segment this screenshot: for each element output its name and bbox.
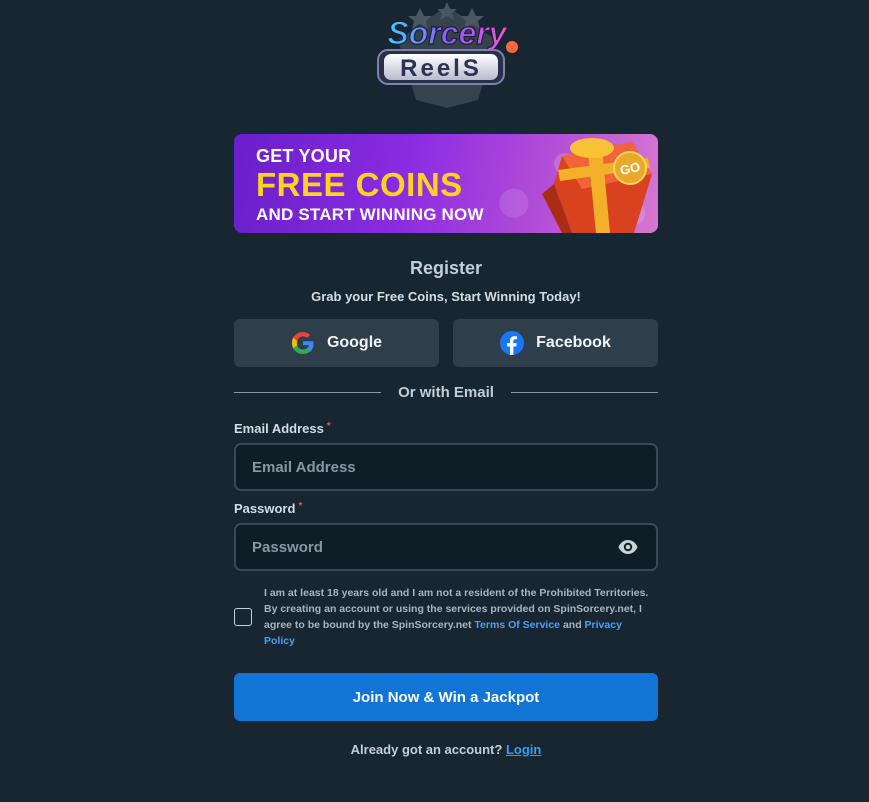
required-marker: *: [298, 501, 303, 512]
banner-line-3: AND START WINNING NOW: [256, 205, 484, 224]
google-label: Google: [326, 334, 383, 351]
facebook-icon: [500, 331, 525, 355]
register-title: Register: [409, 258, 483, 278]
login-link[interactable]: Login: [506, 742, 541, 757]
terms-text: I am at least 18 years old and I am not …: [264, 587, 649, 647]
terms-checkbox[interactable]: [234, 608, 252, 626]
google-signin-button[interactable]: Google: [234, 319, 439, 367]
sorcery-reels-logo[interactable]: Sorcery ReelS: [368, 0, 526, 110]
password-field-wrapper: [234, 523, 658, 571]
banner-line-2: FREE COINS: [256, 166, 463, 203]
facebook-signin-button[interactable]: Facebook: [453, 319, 658, 367]
logo-bottom-text: ReelS: [400, 55, 482, 82]
register-page: Sorcery ReelS GET YOUR FREE COINS AND ST…: [0, 0, 869, 802]
free-coins-banner[interactable]: GET YOUR FREE COINS AND START WINNING NO…: [234, 134, 658, 233]
gift-box-icon: GO: [542, 138, 652, 233]
show-password-eye-icon[interactable]: [618, 538, 638, 556]
logo-top-text: Sorcery: [387, 15, 508, 51]
terms-of-service-link[interactable]: Terms Of Service: [474, 619, 560, 631]
join-now-button[interactable]: Join Now & Win a Jackpot: [234, 673, 658, 721]
login-prompt: Already got an account? Login: [350, 742, 542, 757]
banner-line-1: GET YOUR: [256, 146, 352, 166]
required-marker: *: [326, 421, 331, 432]
facebook-label: Facebook: [536, 334, 611, 351]
email-divider: Or with Email: [234, 382, 658, 404]
email-field-wrapper: [234, 443, 658, 491]
email-label: Email Address *: [234, 421, 331, 436]
register-subtitle: Grab your Free Coins, Start Winning Toda…: [311, 289, 581, 304]
email-field[interactable]: [236, 445, 656, 489]
password-label: Password *: [234, 501, 303, 516]
google-icon: [291, 332, 314, 354]
password-field[interactable]: [236, 525, 656, 569]
